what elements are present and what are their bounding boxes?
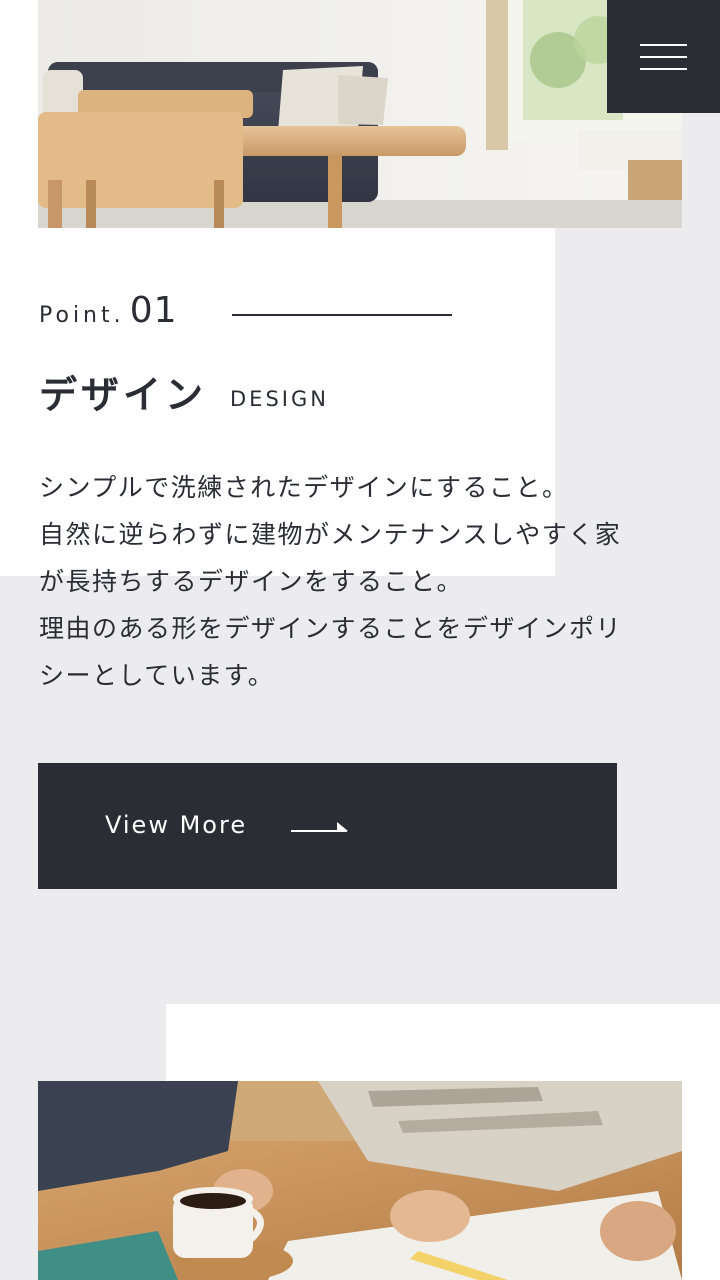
arrow-right-icon: [291, 819, 349, 839]
section-subtitle: DESIGN: [230, 387, 329, 411]
point-word: Point.: [39, 303, 125, 328]
description-line: シンプルで洗練されたデザインにすること。: [39, 473, 569, 502]
description-line: が長持ちするデザインをすること。: [39, 567, 464, 596]
point-label: Point. 01: [39, 290, 178, 331]
description-line: 理由のある形をデザインすることをデザインポリ: [39, 614, 623, 643]
point-divider-line: [232, 314, 452, 316]
section-title: デザイン: [39, 373, 208, 417]
interior-photo-illustration: [38, 0, 682, 228]
meeting-photo: [38, 1081, 682, 1280]
section-description: シンプルで洗練されたデザインにすること。 自然に逆らわずに建物がメンテナンスしや…: [39, 464, 679, 699]
meeting-photo-illustration: [38, 1081, 682, 1280]
description-line: シーとしています。: [39, 661, 275, 690]
view-more-label: View More: [105, 811, 248, 839]
menu-line-bottom: [640, 68, 687, 70]
menu-button[interactable]: [607, 0, 720, 113]
menu-line-middle: [640, 56, 687, 58]
view-more-button[interactable]: View More: [38, 763, 617, 889]
menu-line-top: [640, 44, 687, 46]
description-line: 自然に逆らわずに建物がメンテナンスしやすく家: [39, 520, 622, 549]
interior-photo: [38, 0, 682, 228]
point-number: 01: [129, 290, 178, 331]
